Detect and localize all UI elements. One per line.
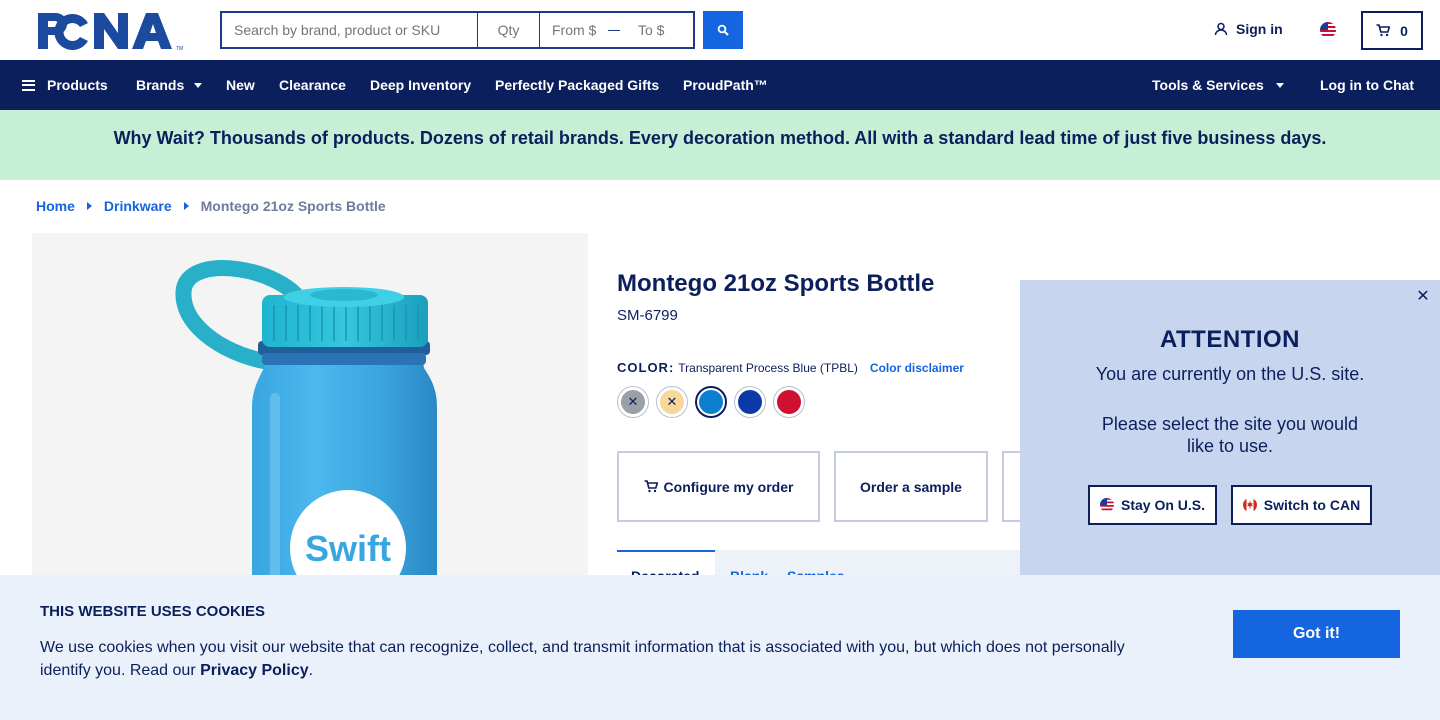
cookie-text: We use cookies when you visit our websit… [40, 636, 1150, 682]
price-from-input[interactable] [540, 13, 604, 47]
cookie-banner: THIS WEBSITE USES COOKIES We use cookies… [0, 575, 1440, 720]
color-swatch[interactable]: ✕ [656, 386, 688, 418]
nav-brands[interactable]: Brands [136, 60, 203, 110]
nav-products-label: Products [47, 77, 108, 93]
us-flag-icon [1099, 498, 1114, 512]
nav-new-label: New [226, 77, 255, 93]
product-title: Montego 21oz Sports Bottle [617, 270, 935, 297]
menu-icon [22, 79, 35, 91]
color-disclaimer-link[interactable]: Color disclaimer [870, 361, 964, 375]
nav-new[interactable]: New [226, 60, 255, 110]
breadcrumb-home[interactable]: Home [36, 198, 75, 214]
color-swatch[interactable]: ✕ [617, 386, 649, 418]
swatch-color-dot [699, 390, 723, 414]
search-bar [220, 11, 695, 49]
svg-text:TM: TM [176, 46, 183, 51]
search-button[interactable] [703, 11, 743, 49]
breadcrumb-current: Montego 21oz Sports Bottle [200, 198, 386, 214]
canada-flag-icon [1242, 498, 1257, 512]
swatch-color-dot [777, 390, 801, 414]
search-icon [717, 24, 729, 36]
qty-input[interactable] [478, 11, 540, 49]
pcna-logo[interactable]: TM [36, 11, 184, 51]
accept-cookies-button[interactable]: Got it! [1233, 610, 1400, 658]
main-nav: Products Brands New Clearance Deep Inven… [0, 60, 1440, 110]
sign-in-link[interactable]: Sign in [1214, 21, 1283, 37]
stay-us-button[interactable]: Stay On U.S. [1088, 485, 1217, 525]
cart-count: 0 [1400, 22, 1408, 39]
color-label: COLOR: [617, 360, 675, 375]
promo-text: Why Wait? Thousands of products. Dozens … [113, 128, 1327, 148]
switch-can-label: Switch to CAN [1263, 497, 1361, 513]
color-swatch[interactable] [773, 386, 805, 418]
caret-down-icon [194, 82, 203, 88]
breadcrumb-category[interactable]: Drinkware [104, 198, 172, 214]
caret-down-icon [1275, 82, 1284, 88]
cart-button[interactable]: 0 [1361, 11, 1423, 50]
price-to-input[interactable] [626, 13, 690, 47]
cookie-title: THIS WEBSITE USES COOKIES [40, 603, 266, 620]
nav-proudpath-label: ProudPath™ [683, 77, 768, 93]
chevron-right-icon [183, 202, 189, 210]
color-row: COLOR: Transparent Process Blue (TPBL) C… [617, 360, 964, 375]
privacy-policy-link[interactable]: Privacy Policy [200, 662, 309, 679]
nav-products[interactable]: Products [22, 60, 108, 110]
price-range [540, 11, 695, 49]
configure-order-button[interactable]: Configure my order [617, 451, 820, 522]
swatch-color-dot: ✕ [621, 390, 645, 414]
user-icon [1214, 22, 1228, 36]
nav-chat-label: Log in to Chat [1320, 77, 1415, 93]
unavailable-icon: ✕ [627, 394, 639, 409]
color-swatch[interactable] [695, 386, 727, 418]
color-swatches: ✕ ✕ [617, 386, 805, 418]
nav-clearance[interactable]: Clearance [279, 60, 346, 110]
nav-tools-label: Tools & Services [1152, 77, 1264, 93]
order-sample-label: Order a sample [860, 478, 962, 495]
nav-gifts[interactable]: Perfectly Packaged Gifts [495, 60, 659, 110]
nav-chat[interactable]: Log in to Chat [1320, 60, 1414, 110]
nav-deep-inventory[interactable]: Deep Inventory [370, 60, 471, 110]
site-selection-modal: ✕ ATTENTION You are currently on the U.S… [1020, 280, 1440, 575]
breadcrumb: Home Drinkware Montego 21oz Sports Bottl… [36, 198, 386, 214]
switch-can-button[interactable]: Switch to CAN [1231, 485, 1372, 525]
modal-title: ATTENTION [1159, 326, 1301, 353]
modal-select-text: Please select the site you would like to… [1101, 414, 1359, 456]
price-dash [608, 29, 620, 31]
nav-brands-label: Brands [136, 77, 185, 93]
product-tabs: Decorated Blank Samples [617, 550, 1020, 584]
promo-banner: Why Wait? Thousands of products. Dozens … [0, 110, 1440, 180]
swatch-color-dot [738, 390, 762, 414]
chevron-right-icon [86, 202, 92, 210]
swatch-color-dot: ✕ [660, 390, 684, 414]
unavailable-icon: ✕ [666, 394, 678, 409]
color-name: Transparent Process Blue (TPBL) [678, 360, 858, 375]
cart-icon [644, 480, 658, 493]
cookie-text-end: . [308, 662, 314, 679]
nav-deep-inventory-label: Deep Inventory [370, 77, 472, 93]
modal-current-site-text: You are currently on the U.S. site. [1095, 364, 1365, 384]
configure-order-label: Configure my order [663, 478, 794, 495]
nav-tools[interactable]: Tools & Services [1152, 60, 1284, 110]
bottle-logo-text: Swift [305, 528, 391, 569]
product-sku: SM-6799 [617, 307, 678, 324]
close-icon[interactable]: ✕ [1416, 289, 1430, 305]
search-input[interactable] [220, 11, 478, 49]
nav-gifts-label: Perfectly Packaged Gifts [495, 77, 660, 93]
cart-icon [1376, 24, 1391, 37]
nav-clearance-label: Clearance [279, 77, 346, 93]
top-header: TM Sign in 0 [0, 0, 1440, 60]
us-flag-icon[interactable] [1320, 22, 1336, 38]
stay-us-label: Stay On U.S. [1120, 497, 1206, 513]
order-sample-button[interactable]: Order a sample [834, 451, 988, 522]
nav-proudpath[interactable]: ProudPath™ [683, 60, 768, 110]
sign-in-label: Sign in [1236, 21, 1283, 37]
color-swatch[interactable] [734, 386, 766, 418]
